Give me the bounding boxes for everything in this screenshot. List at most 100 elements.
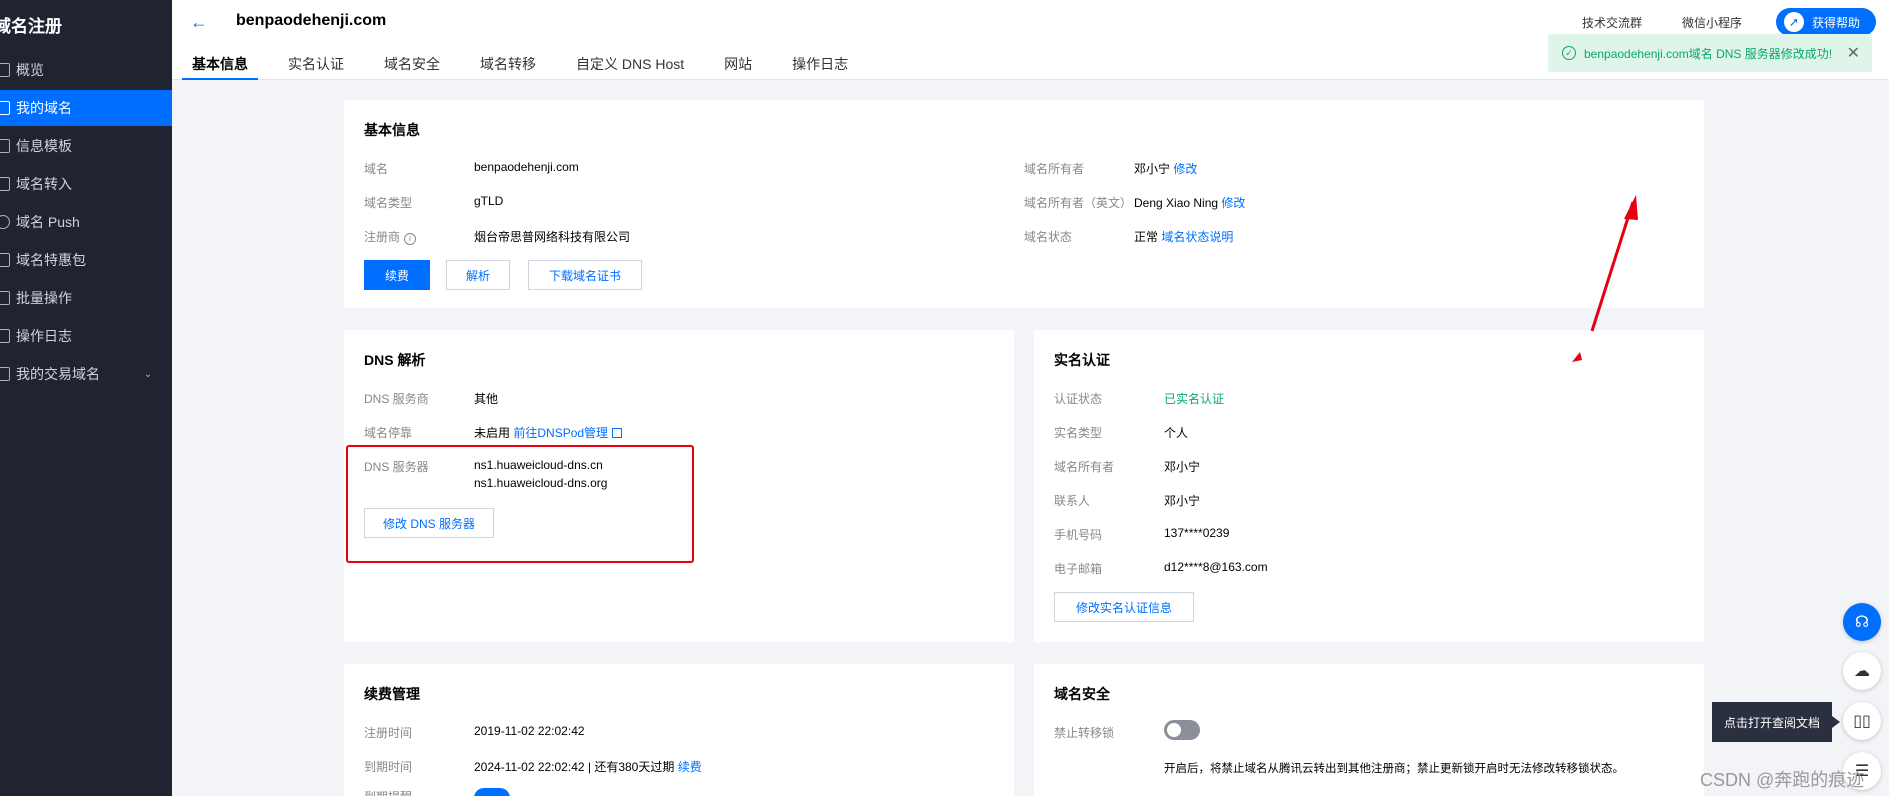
domain-park-value: 未启用 前往DNSPod管理 bbox=[474, 424, 623, 441]
basic-info-card: 基本信息 域名 benpaodehenji.com 域名类型 gTLD 注册商 i… bbox=[344, 100, 1704, 308]
domain-type-value: gTLD bbox=[474, 194, 504, 208]
get-help-button[interactable]: ➚ 获得帮助 bbox=[1776, 8, 1876, 36]
sidebar-brand: 域名注册 bbox=[0, 17, 62, 36]
trade-icon bbox=[0, 367, 10, 381]
sidebar-item-templates[interactable]: 信息模板 bbox=[0, 128, 172, 164]
batch-icon bbox=[0, 291, 10, 305]
domain-park-label: 域名停靠 bbox=[364, 426, 413, 440]
sidebar-item-transfer-in[interactable]: 域名转入 bbox=[0, 166, 172, 202]
tab-security[interactable]: 域名安全 bbox=[384, 50, 440, 80]
transfer-lock-description: 开启后，将禁止域名从腾讯云转出到其他注册商；禁止更新锁开启时无法修改转移锁状态。 bbox=[1164, 763, 1624, 775]
sidebar-item-packages[interactable]: 域名特惠包 bbox=[0, 242, 172, 278]
tab-basic-info[interactable]: 基本信息 bbox=[182, 50, 258, 80]
card-title: 实名认证 bbox=[1054, 352, 1110, 368]
docs-button[interactable]: ▯▯ bbox=[1843, 702, 1881, 740]
chevron-down-icon: ⌄ bbox=[143, 368, 152, 380]
resolve-button[interactable]: 解析 bbox=[446, 260, 510, 290]
tab-website[interactable]: 网站 bbox=[724, 50, 752, 80]
renewal-card: 续费管理 注册时间 2019-11-02 22:02:42 到期时间 2024-… bbox=[344, 664, 1014, 796]
sidebar-item-batch[interactable]: 批量操作 bbox=[0, 280, 172, 316]
transfer-lock-label: 禁止转移锁 bbox=[1054, 726, 1115, 740]
tab-transfer[interactable]: 域名转移 bbox=[480, 50, 536, 80]
contact-label: 联系人 bbox=[1054, 494, 1091, 508]
realname-owner-label: 域名所有者 bbox=[1054, 460, 1115, 474]
contact-value: 邓小宁 bbox=[1164, 494, 1201, 508]
realname-type-value: 个人 bbox=[1164, 426, 1189, 440]
watermark: CSDN @奔跑的痕迹 bbox=[1700, 770, 1865, 790]
owner-en-value: Deng Xiao Ning 修改 bbox=[1134, 196, 1246, 210]
tech-group-link[interactable]: 技术交流群 bbox=[1582, 14, 1642, 31]
annotation-highlight-box bbox=[346, 445, 694, 563]
realname-owner-value: 邓小宁 bbox=[1164, 460, 1201, 474]
tab-custom-dns-host[interactable]: 自定义 DNS Host bbox=[576, 50, 684, 80]
toast-message: benpaodehenji.com域名 DNS 服务器修改成功! bbox=[1584, 46, 1833, 61]
email-label: 电子邮箱 bbox=[1054, 562, 1103, 576]
status-value: 正常 域名状态说明 bbox=[1134, 230, 1234, 244]
phone-label: 手机号码 bbox=[1054, 528, 1103, 542]
owner-value: 邓小宁 修改 bbox=[1134, 162, 1198, 176]
tab-operation-log[interactable]: 操作日志 bbox=[792, 50, 848, 80]
domain-value: benpaodehenji.com bbox=[474, 160, 579, 174]
mini-program-link[interactable]: 微信小程序 bbox=[1682, 14, 1742, 31]
owner-en-edit-link[interactable]: 修改 bbox=[1221, 196, 1245, 210]
domain-label: 域名 bbox=[364, 162, 389, 176]
verify-status-value: 已实名认证 bbox=[1164, 392, 1225, 406]
sidebar-item-logs[interactable]: 操作日志 bbox=[0, 318, 172, 354]
page-title: benpaodehenji.com bbox=[236, 12, 387, 29]
sidebar-item-my-domains[interactable]: 我的域名 bbox=[0, 90, 172, 126]
expire-reminder-label: 到期提醒 bbox=[364, 788, 412, 796]
download-certificate-button[interactable]: 下载域名证书 bbox=[528, 260, 642, 290]
card-title: 续费管理 bbox=[364, 686, 420, 702]
grid-icon bbox=[0, 63, 10, 77]
dnspod-link[interactable]: 前往DNSPod管理 bbox=[513, 426, 623, 440]
status-help-link[interactable]: 域名状态说明 bbox=[1161, 230, 1233, 244]
package-icon bbox=[0, 253, 10, 267]
renew-button[interactable]: 续费 bbox=[364, 260, 430, 290]
book-icon: ▯▯ bbox=[1853, 713, 1871, 730]
security-card: 域名安全 禁止转移锁 开启后，将禁止域名从腾讯云转出到其他注册商；禁止更新锁开启… bbox=[1034, 664, 1704, 796]
sidebar-item-overview[interactable]: 概览 bbox=[0, 52, 172, 88]
push-icon bbox=[0, 215, 10, 229]
realname-type-label: 实名类型 bbox=[1054, 426, 1103, 440]
renew-link[interactable]: 续费 bbox=[678, 760, 702, 774]
register-time-label: 注册时间 bbox=[364, 726, 413, 740]
transfer-lock-toggle[interactable] bbox=[1164, 720, 1200, 740]
customer-service-button[interactable]: ☊ bbox=[1843, 603, 1881, 641]
phone-value: 137****0239 bbox=[1164, 526, 1230, 540]
compass-icon: ➚ bbox=[1784, 12, 1804, 32]
owner-en-label: 域名所有者（英文） bbox=[1024, 196, 1133, 210]
registrar-label: 注册商 i bbox=[364, 228, 417, 245]
expire-reminder-toggle[interactable] bbox=[474, 788, 510, 796]
tab-realname[interactable]: 实名认证 bbox=[288, 50, 344, 80]
email-value: d12****8@163.com bbox=[1164, 560, 1268, 574]
realname-card: 实名认证 认证状态 已实名认证 实名类型 个人 域名所有者 邓小宁 联系人 邓小… bbox=[1034, 330, 1704, 642]
docs-tooltip: 点击打开查阅文档 bbox=[1712, 702, 1840, 742]
status-label: 域名状态 bbox=[1024, 230, 1073, 244]
check-circle-icon: ✓ bbox=[1562, 46, 1576, 60]
external-link-icon bbox=[612, 428, 623, 438]
domain-type-label: 域名类型 bbox=[364, 196, 413, 210]
sidebar-item-trade-domains[interactable]: 我的交易域名 ⌄ bbox=[0, 356, 172, 392]
back-arrow-icon[interactable]: ← bbox=[190, 12, 208, 33]
card-title: 域名安全 bbox=[1054, 686, 1110, 702]
owner-edit-link[interactable]: 修改 bbox=[1173, 162, 1197, 176]
cloud-button[interactable]: ☁ bbox=[1843, 652, 1881, 690]
card-title: 基本信息 bbox=[364, 122, 420, 138]
sidebar-item-push[interactable]: 域名 Push bbox=[0, 204, 172, 240]
info-icon[interactable]: i bbox=[404, 233, 417, 245]
close-icon[interactable]: ✕ bbox=[1847, 43, 1860, 63]
dns-provider-value: 其他 bbox=[474, 392, 499, 406]
expire-time-value: 2024-11-02 22:02:42 | 还有380天过期 续费 bbox=[474, 760, 702, 774]
sidebar: 域名注册 概览 我的域名 信息模板 域名转入 域名 Push 域名特惠包 批量操… bbox=[0, 0, 172, 796]
log-icon bbox=[0, 329, 10, 343]
template-icon bbox=[0, 139, 10, 153]
verify-status-label: 认证状态 bbox=[1054, 392, 1103, 406]
dns-provider-label: DNS 服务商 bbox=[364, 392, 429, 406]
registrar-value: 烟台帝思普网络科技有限公司 bbox=[474, 230, 631, 244]
cloud-icon: ☁ bbox=[1854, 663, 1870, 680]
edit-realname-button[interactable]: 修改实名认证信息 bbox=[1054, 592, 1194, 622]
owner-label: 域名所有者 bbox=[1024, 162, 1085, 176]
tab-bar: 基本信息 实名认证 域名安全 域名转移 自定义 DNS Host 网站 操作日志 bbox=[182, 50, 888, 80]
expire-time-label: 到期时间 bbox=[364, 760, 413, 774]
register-time-value: 2019-11-02 22:02:42 bbox=[474, 724, 585, 738]
